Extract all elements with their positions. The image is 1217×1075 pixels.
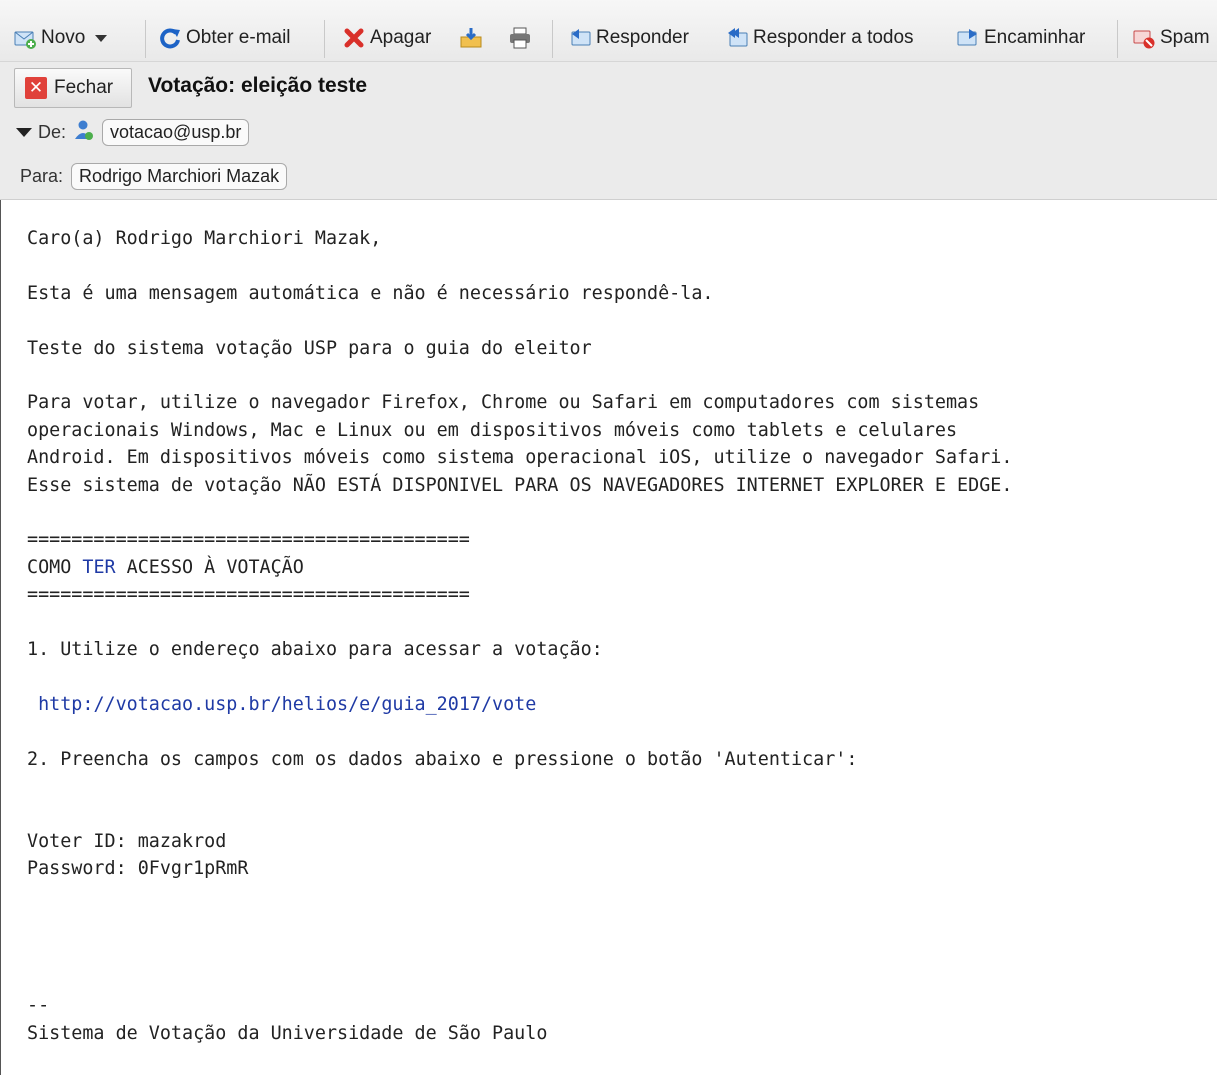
step-2: 2. Preencha os campos com os dados abaix…: [27, 748, 858, 770]
browser-paragraph-line: Para votar, utilize o navegador Firefox,…: [27, 392, 980, 414]
test-line: Teste do sistema votação USP para o guia…: [27, 337, 592, 359]
reply-all-label: Responder a todos: [753, 27, 914, 48]
spam-icon: [1133, 27, 1155, 49]
get-mail-label: Obter e-mail: [186, 27, 291, 48]
browser-paragraph-line: Android. Em dispositivos móveis como sis…: [27, 447, 1013, 469]
forward-label: Encaminhar: [984, 27, 1086, 48]
auto-notice: Esta é uma mensagem automática e não é n…: [27, 282, 714, 304]
new-mail-icon: [14, 27, 36, 49]
toolbar-divider: [552, 20, 553, 58]
section-separator: ========================================: [27, 529, 470, 551]
section-separator: ========================================: [27, 584, 470, 606]
to-recipient-chip[interactable]: Rodrigo Marchiori Mazak: [71, 162, 288, 190]
to-row: Para: Rodrigo Marchiori Mazak: [20, 161, 288, 191]
reply-button[interactable]: Responder: [567, 26, 691, 50]
close-button[interactable]: ✕ Fechar: [14, 68, 132, 108]
message-body: Caro(a) Rodrigo Marchiori Mazak, Esta é …: [0, 200, 1217, 1075]
from-row: De: votacao@usp.br: [16, 117, 250, 147]
refresh-icon: [159, 27, 181, 49]
print-icon: [508, 27, 530, 49]
section-heading-pre: COMO: [27, 556, 83, 578]
mail-toolbar: Novo Obter e-mail Apagar Responder Respo…: [0, 0, 1217, 62]
reply-label: Responder: [596, 27, 689, 48]
spam-label: Spam: [1160, 27, 1210, 48]
step-1: 1. Utilize o endereço abaixo para acessa…: [27, 639, 603, 661]
archive-button[interactable]: [457, 26, 483, 50]
close-label: Fechar: [54, 77, 114, 98]
close-icon: ✕: [25, 77, 47, 99]
to-label: Para:: [20, 165, 64, 186]
vote-link[interactable]: http://votacao.usp.br/helios/e/guia_2017…: [38, 694, 536, 715]
section-heading-post: ACESSO À VOTAÇÃO: [115, 556, 304, 578]
message-text: Caro(a) Rodrigo Marchiori Mazak, Esta é …: [27, 225, 1012, 1047]
toolbar-divider: [324, 20, 325, 58]
section-heading-highlight: TER: [82, 556, 116, 578]
browser-paragraph-line: operacionais Windows, Mac e Linux ou em …: [27, 419, 958, 441]
signature: Sistema de Votação da Universidade de Sã…: [27, 1022, 548, 1044]
dropdown-arrow-icon[interactable]: [95, 34, 108, 42]
print-button[interactable]: [506, 26, 532, 50]
reply-icon: [569, 27, 591, 49]
message-header: ✕ Fechar Votação: eleição teste De: vota…: [0, 62, 1217, 200]
contact-icon: [74, 119, 94, 146]
delete-x-icon: [343, 27, 365, 49]
spam-button[interactable]: Spam: [1131, 26, 1212, 50]
get-mail-button[interactable]: Obter e-mail: [157, 26, 293, 50]
expand-triangle-icon[interactable]: [16, 127, 32, 137]
toolbar-divider: [145, 20, 146, 58]
delete-button[interactable]: Apagar: [341, 26, 433, 50]
password-line: Password: 0Fvgr1pRmR: [27, 858, 249, 880]
toolbar-divider: [1117, 20, 1118, 58]
signature-dash: --: [27, 995, 50, 1017]
section-heading: COMO TER ACESSO À VOTAÇÃO: [27, 557, 304, 578]
delete-label: Apagar: [370, 27, 432, 48]
forward-icon: [957, 27, 979, 49]
new-button-label: Novo: [41, 27, 86, 48]
new-button[interactable]: Novo: [12, 26, 109, 50]
voter-id-line: Voter ID: mazakrod: [27, 830, 227, 852]
message-subject: Votação: eleição teste: [148, 74, 368, 97]
from-label: De:: [38, 121, 67, 142]
browser-paragraph-line: Esse sistema de votação NÃO ESTÁ DISPONI…: [27, 474, 1013, 496]
from-address-chip[interactable]: votacao@usp.br: [102, 118, 250, 146]
archive-icon: [459, 27, 482, 49]
reply-all-button[interactable]: Responder a todos: [724, 26, 916, 50]
greeting: Caro(a) Rodrigo Marchiori Mazak,: [27, 228, 382, 249]
forward-button[interactable]: Encaminhar: [955, 26, 1087, 50]
reply-all-icon: [726, 27, 748, 49]
